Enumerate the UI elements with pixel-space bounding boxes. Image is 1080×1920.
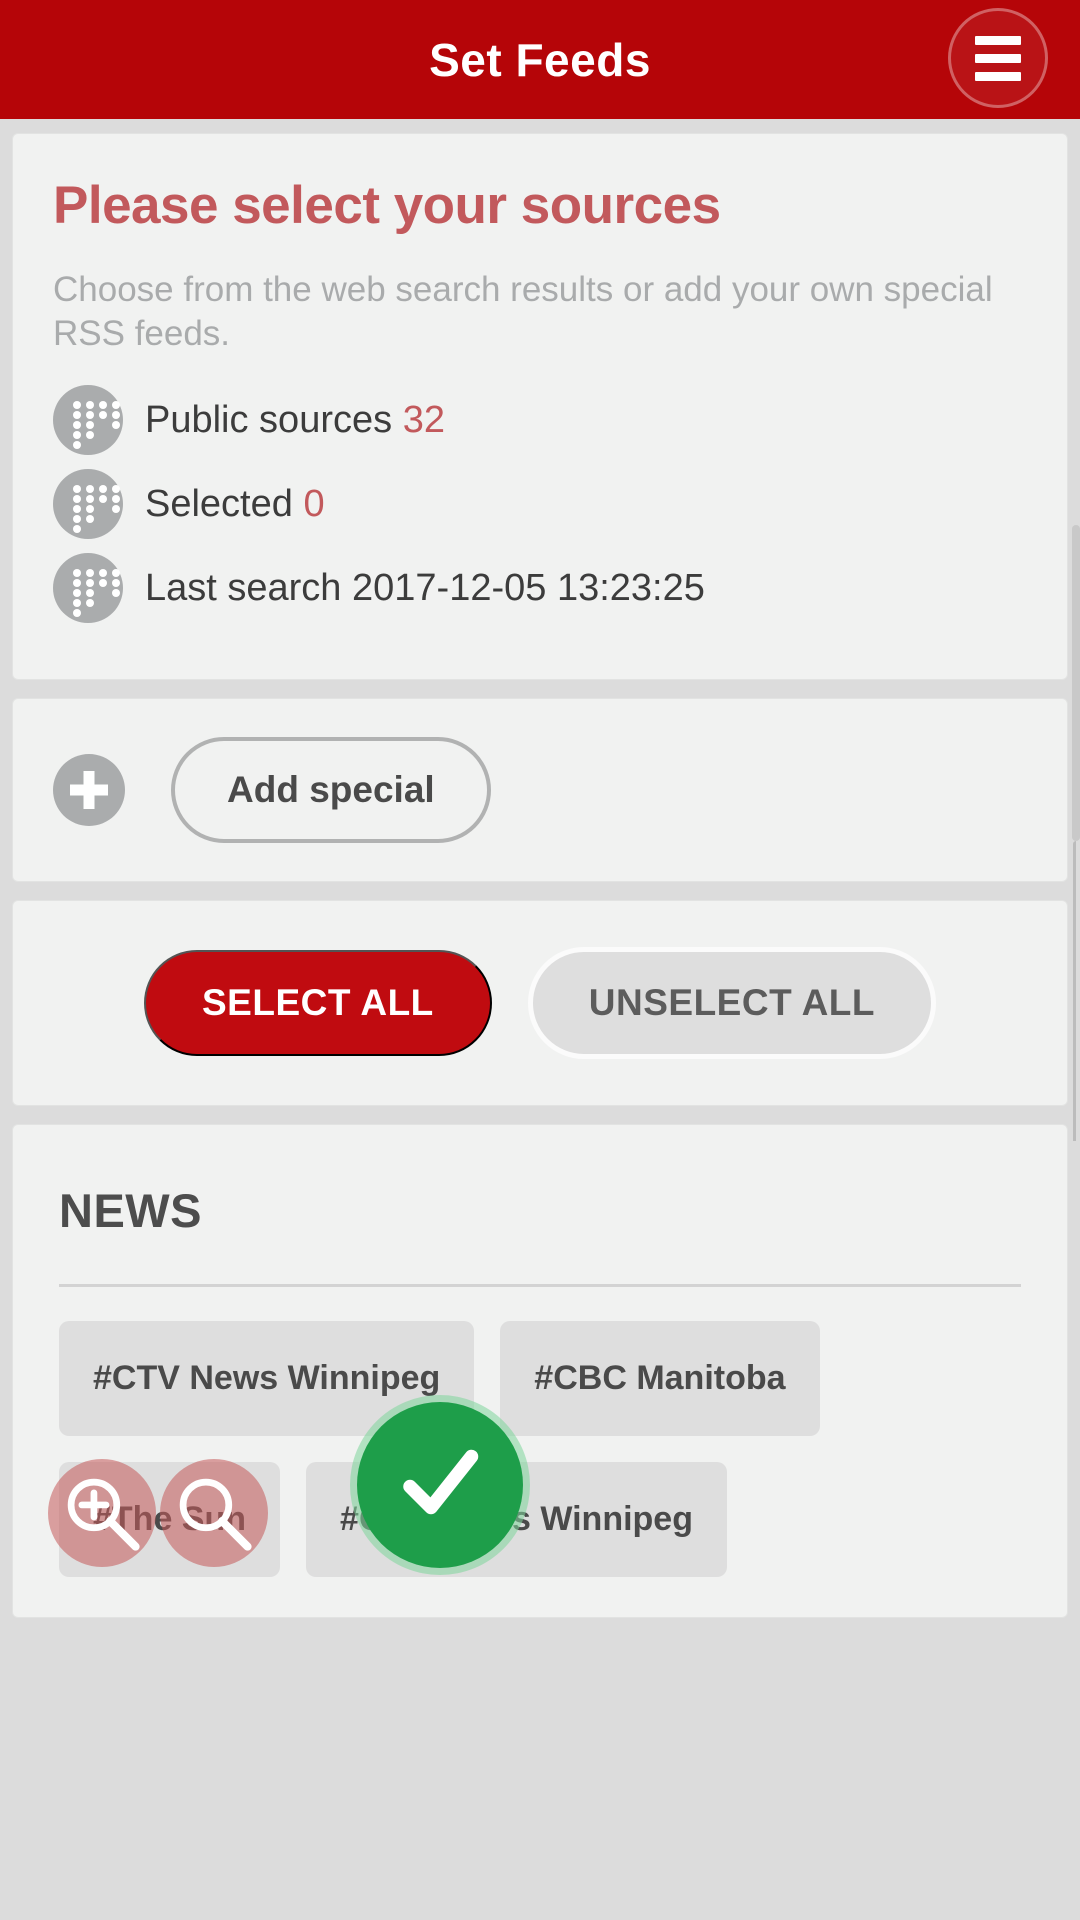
dots-pattern-icon	[53, 385, 123, 456]
menu-bar-3	[975, 71, 1021, 81]
selection-actions-card: SELECT ALL UNSELECT ALL	[12, 900, 1068, 1107]
intro-title: Please select your sources	[53, 176, 721, 235]
magnifier-plus-icon[interactable]	[48, 1459, 156, 1567]
intro-subtitle: Choose from the web search results or ad…	[53, 269, 993, 354]
panel-edge	[1073, 841, 1076, 1141]
app-screen: Set Feeds Please select your sources Cho…	[0, 0, 1080, 1920]
scrollbar[interactable]	[1072, 525, 1080, 841]
stat-row-last-search: Last search 2017-12-05 13:23:25	[53, 553, 1027, 624]
stat-label-text: Selected	[145, 482, 293, 525]
magnifier-icon[interactable]	[160, 1459, 268, 1567]
plus-icon[interactable]	[53, 754, 125, 827]
hamburger-menu-icon[interactable]	[948, 8, 1048, 108]
news-chip[interactable]: #CBC Manitoba	[500, 1321, 820, 1437]
menu-bar-2	[975, 53, 1021, 63]
stat-label-public-sources: Public sources 32	[145, 399, 445, 442]
news-section-title: NEWS	[59, 1184, 202, 1238]
dots-pattern-icon	[53, 553, 123, 624]
content-scroll-area[interactable]: Please select your sources Choose from t…	[0, 119, 1080, 1920]
menu-bar-1	[975, 35, 1021, 45]
stat-value-public-sources: 32	[402, 398, 445, 441]
stat-value-last-search: 2017-12-05 13:23:25	[352, 566, 705, 609]
confirm-fab-button[interactable]	[357, 1402, 523, 1568]
dots-pattern-icon	[53, 469, 123, 540]
stat-label-text: Public sources	[145, 398, 393, 441]
stat-value-selected: 0	[303, 482, 325, 525]
stat-row-selected: Selected 0	[53, 469, 1027, 540]
stat-label-selected: Selected 0	[145, 483, 325, 526]
add-special-card: Add special	[12, 698, 1068, 883]
add-special-button[interactable]: Add special	[171, 737, 491, 844]
news-divider	[59, 1284, 1021, 1288]
stat-label-last-search: Last search 2017-12-05 13:23:25	[145, 567, 705, 610]
page-title: Set Feeds	[429, 33, 651, 86]
stat-label-text: Last search	[145, 566, 342, 609]
select-all-button[interactable]: SELECT ALL	[143, 950, 492, 1057]
intro-card: Please select your sources Choose from t…	[12, 133, 1068, 681]
app-header: Set Feeds	[0, 0, 1080, 119]
unselect-all-button[interactable]: UNSELECT ALL	[527, 947, 937, 1060]
stat-row-public-sources: Public sources 32	[53, 385, 1027, 456]
